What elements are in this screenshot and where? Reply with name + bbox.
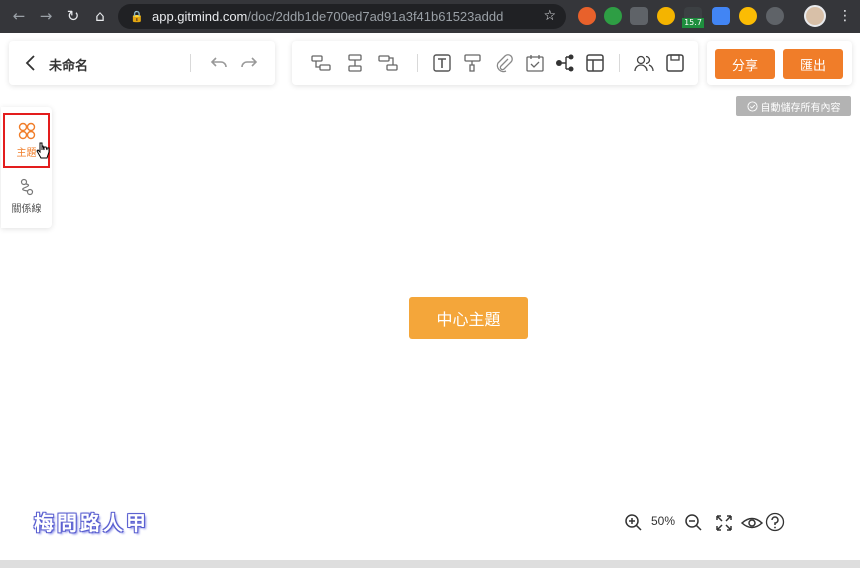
fit-screen-icon[interactable] <box>714 513 734 537</box>
actions-panel: 分享 匯出 <box>707 41 852 85</box>
menu-dots-icon[interactable]: ⋮ <box>838 8 852 24</box>
zoom-out-icon[interactable] <box>684 513 704 537</box>
browser-toolbar: ← → ↻ ⌂ 🔒 app.gitmind.com/doc/2ddb1de700… <box>0 0 860 33</box>
back-icon[interactable] <box>21 53 41 73</box>
hand-cursor-icon <box>36 142 50 159</box>
gitmind-app: 未命名 分享 匯出 自動儲存所有內容 主題 關係線 中心主題 梅問路人甲 50% <box>0 33 860 568</box>
url-text: app.gitmind.com/doc/2ddb1de700ed7ad91a3f… <box>152 9 504 24</box>
collaborators-icon[interactable] <box>633 52 655 74</box>
parent-topic-icon[interactable] <box>377 52 399 74</box>
evernote-icon[interactable] <box>604 7 622 25</box>
divider <box>619 54 620 72</box>
extension-icon[interactable] <box>739 7 757 25</box>
doc-title[interactable]: 未命名 <box>49 55 88 74</box>
extension-icon[interactable] <box>657 7 675 25</box>
lock-icon: 🔒 <box>130 10 144 23</box>
back-arrow-icon[interactable]: ← <box>6 3 32 29</box>
redo-icon[interactable] <box>238 52 260 74</box>
chat-icon[interactable] <box>766 7 784 25</box>
mail-icon[interactable] <box>630 7 648 25</box>
relation-line-icon <box>20 178 33 196</box>
format-painter-icon[interactable] <box>462 52 484 74</box>
undo-icon[interactable] <box>208 52 230 74</box>
forward-arrow-icon[interactable]: → <box>33 3 59 29</box>
toolbar-panel <box>292 41 698 85</box>
help-icon[interactable] <box>765 512 785 536</box>
address-bar[interactable]: 🔒 app.gitmind.com/doc/2ddb1de700ed7ad91a… <box>118 4 566 29</box>
structure-icon[interactable] <box>554 52 576 74</box>
sidebar-item-relation-line[interactable]: 關係線 <box>3 171 50 226</box>
zoom-level: 50% <box>651 514 676 528</box>
eye-icon[interactable] <box>740 513 764 537</box>
sidebar-item-label: 主題 <box>16 148 37 159</box>
left-sidebar: 主題 關係線 <box>1 107 52 228</box>
share-button[interactable]: 分享 <box>715 49 775 79</box>
zoom-controls: 50% <box>622 511 790 535</box>
divider <box>190 54 191 72</box>
layout-icon[interactable] <box>584 52 606 74</box>
center-topic-node[interactable]: 中心主題 <box>409 297 528 339</box>
bookmark-star-icon[interactable]: ☆ <box>543 8 556 24</box>
sibling-topic-icon[interactable] <box>344 52 366 74</box>
sidebar-item-topic[interactable]: 主題 <box>3 113 50 168</box>
watermark: 梅問路人甲 <box>34 511 149 535</box>
task-icon[interactable] <box>524 52 546 74</box>
check-circle-icon <box>746 100 758 112</box>
attachment-icon[interactable] <box>493 52 515 74</box>
profile-avatar[interactable] <box>804 5 826 27</box>
extension-icon[interactable] <box>578 7 596 25</box>
autosave-badge: 自動儲存所有內容 <box>736 96 851 116</box>
horizontal-scrollbar[interactable] <box>0 560 860 568</box>
sub-topic-icon[interactable] <box>310 52 332 74</box>
autosave-text: 自動儲存所有內容 <box>760 102 841 114</box>
export-button[interactable]: 匯出 <box>783 49 843 79</box>
home-icon[interactable]: ⌂ <box>87 3 113 29</box>
divider <box>417 54 418 72</box>
reload-icon[interactable]: ↻ <box>60 3 86 29</box>
zoom-in-icon[interactable] <box>624 513 644 537</box>
text-icon[interactable] <box>431 52 453 74</box>
translate-icon[interactable] <box>712 7 730 25</box>
topic-icon <box>18 122 35 140</box>
sidebar-item-label: 關係線 <box>11 204 42 215</box>
title-panel: 未命名 <box>9 41 275 85</box>
save-icon[interactable] <box>664 52 686 74</box>
extension-badge: 15.7 <box>682 18 704 28</box>
